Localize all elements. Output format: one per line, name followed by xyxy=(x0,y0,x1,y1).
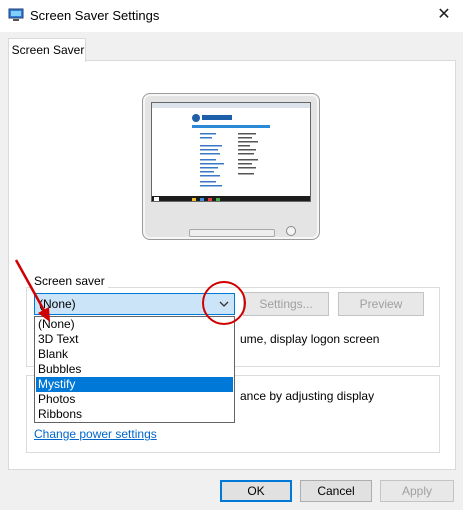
screen-saver-group-label: Screen saver xyxy=(31,274,108,288)
dropdown-option-ribbons[interactable]: Ribbons xyxy=(36,407,233,422)
apply-button[interactable]: Apply xyxy=(380,480,454,502)
monitor-screen-thumbnail xyxy=(151,102,311,202)
dropdown-option-none[interactable]: (None) xyxy=(36,317,233,332)
monitor-power-button xyxy=(286,226,296,236)
settings-button[interactable]: Settings... xyxy=(243,292,329,316)
preview-button[interactable]: Preview xyxy=(338,292,424,316)
power-description: ance by adjusting display xyxy=(240,389,375,403)
dropdown-option-mystify[interactable]: Mystify xyxy=(36,377,233,392)
app-icon xyxy=(8,8,24,22)
monitor-slot xyxy=(189,229,275,237)
annotation-circle xyxy=(202,281,246,325)
screen-saver-dropdown-list: (None) 3D Text Blank Bubbles Mystify Pho… xyxy=(34,316,235,423)
logon-screen-checkbox-label[interactable]: ume, display logon screen xyxy=(240,332,379,346)
dropdown-option-3d-text[interactable]: 3D Text xyxy=(36,332,233,347)
cancel-button[interactable]: Cancel xyxy=(300,480,372,502)
dropdown-option-blank[interactable]: Blank xyxy=(36,347,233,362)
dropdown-option-photos[interactable]: Photos xyxy=(36,392,233,407)
window-title: Screen Saver Settings xyxy=(30,8,160,23)
close-icon[interactable]: ✕ xyxy=(429,2,459,28)
ok-button[interactable]: OK xyxy=(220,480,292,502)
tab-label: Screen Saver xyxy=(11,43,85,57)
tab-screen-saver[interactable]: Screen Saver xyxy=(8,38,86,62)
dropdown-option-bubbles[interactable]: Bubbles xyxy=(36,362,233,377)
combobox-value: (None) xyxy=(39,297,76,311)
change-power-settings-link[interactable]: Change power settings xyxy=(34,427,157,441)
